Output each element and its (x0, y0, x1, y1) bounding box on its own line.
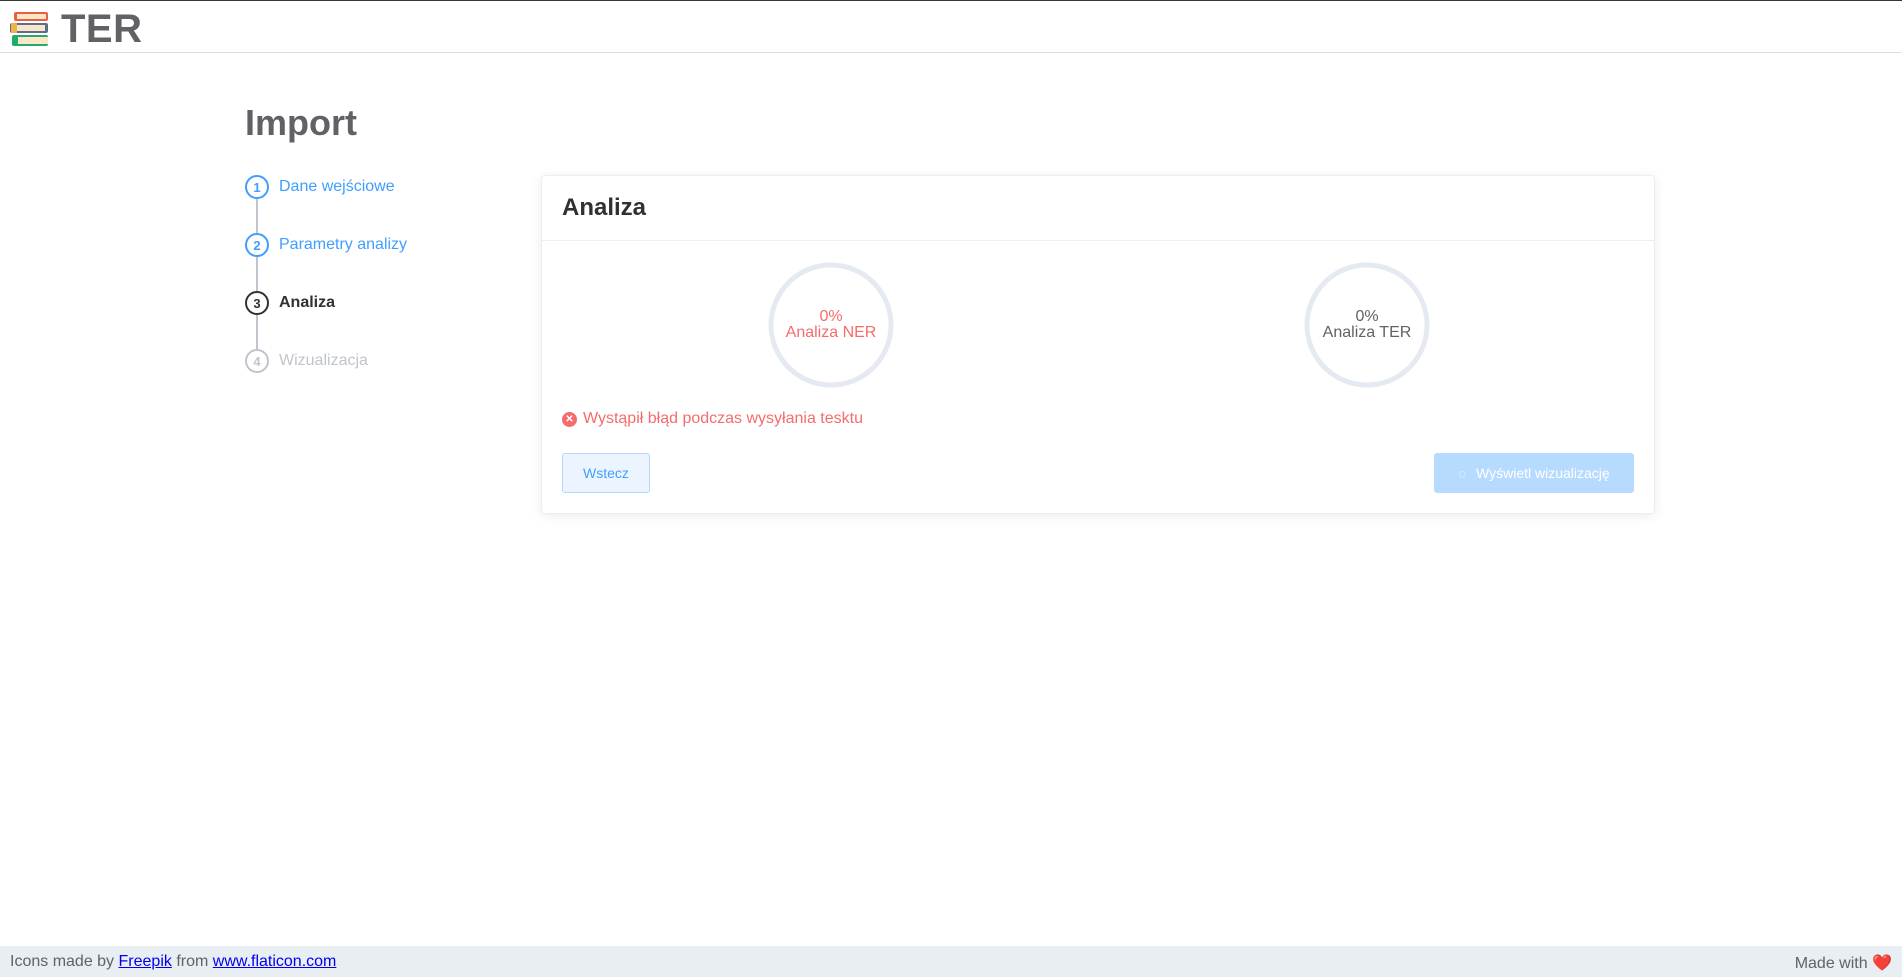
made-with-text: Made with (1794, 955, 1868, 972)
step-label: Dane wejściowe (279, 178, 395, 195)
freepik-link[interactable]: Freepik (119, 953, 172, 970)
show-visualization-label: Wyświetl wizualizację (1476, 465, 1610, 481)
step-wizualizacja: 4 Wizualizacja (245, 349, 368, 373)
step-connector (256, 315, 258, 349)
step-number: 2 (245, 233, 269, 257)
step-label: Wizualizacja (279, 352, 368, 369)
step-connector (256, 199, 258, 233)
error-message: ✕ Wystąpił błąd podczas wysyłania tesktu (562, 410, 863, 428)
step-label: Parametry analizy (279, 236, 408, 253)
progress-label: Analiza NER (785, 324, 877, 341)
step-number: 4 (245, 349, 269, 373)
progress-ter: 0% Analiza TER (1304, 262, 1430, 388)
progress-ner: 0% Analiza NER (768, 262, 894, 388)
progress-percent: 0% (819, 308, 843, 325)
page-title: Import (245, 102, 357, 143)
show-visualization-button[interactable]: ◌ Wyświetl wizualizację (1434, 453, 1634, 493)
books-icon (8, 10, 51, 50)
heart-icon: ❤️ (1872, 955, 1892, 972)
step-parametry-analizy[interactable]: 2 Parametry analizy (245, 233, 407, 257)
card-title: Analiza (562, 194, 647, 221)
step-analiza: 3 Analiza (245, 291, 335, 315)
flaticon-link[interactable]: www.flaticon.com (213, 953, 337, 970)
credits-prefix: Icons made by (10, 953, 115, 970)
footer-credits: Icons made by Freepik from www.flaticon.… (10, 953, 336, 971)
app-title: TER (61, 7, 143, 51)
loading-icon: ◌ (1458, 465, 1467, 481)
step-dane-wejsciowe[interactable]: 1 Dane wejściowe (245, 175, 395, 199)
step-number: 3 (245, 291, 269, 315)
footer-made-with: Made with ❤️ (1795, 953, 1892, 973)
error-text: Wystąpił błąd podczas wysyłania tesktu (583, 410, 863, 427)
home-link[interactable]: TER (8, 7, 143, 52)
progress-label: Analiza TER (1322, 324, 1412, 341)
credits-middle: from (176, 953, 209, 970)
analysis-card: Analiza 0% Analiza NER 0% Analiza TER ✕ … (541, 175, 1655, 514)
step-number: 1 (245, 175, 269, 199)
progress-percent: 0% (1355, 308, 1379, 325)
step-connector (256, 257, 258, 291)
page-footer: Icons made by Freepik from www.flaticon.… (0, 946, 1902, 977)
app-header: TER (0, 0, 1902, 53)
error-circle-icon: ✕ (562, 411, 577, 427)
card-header: Analiza (542, 176, 1654, 241)
step-label: Analiza (279, 294, 336, 311)
back-button[interactable]: Wstecz (562, 453, 650, 493)
